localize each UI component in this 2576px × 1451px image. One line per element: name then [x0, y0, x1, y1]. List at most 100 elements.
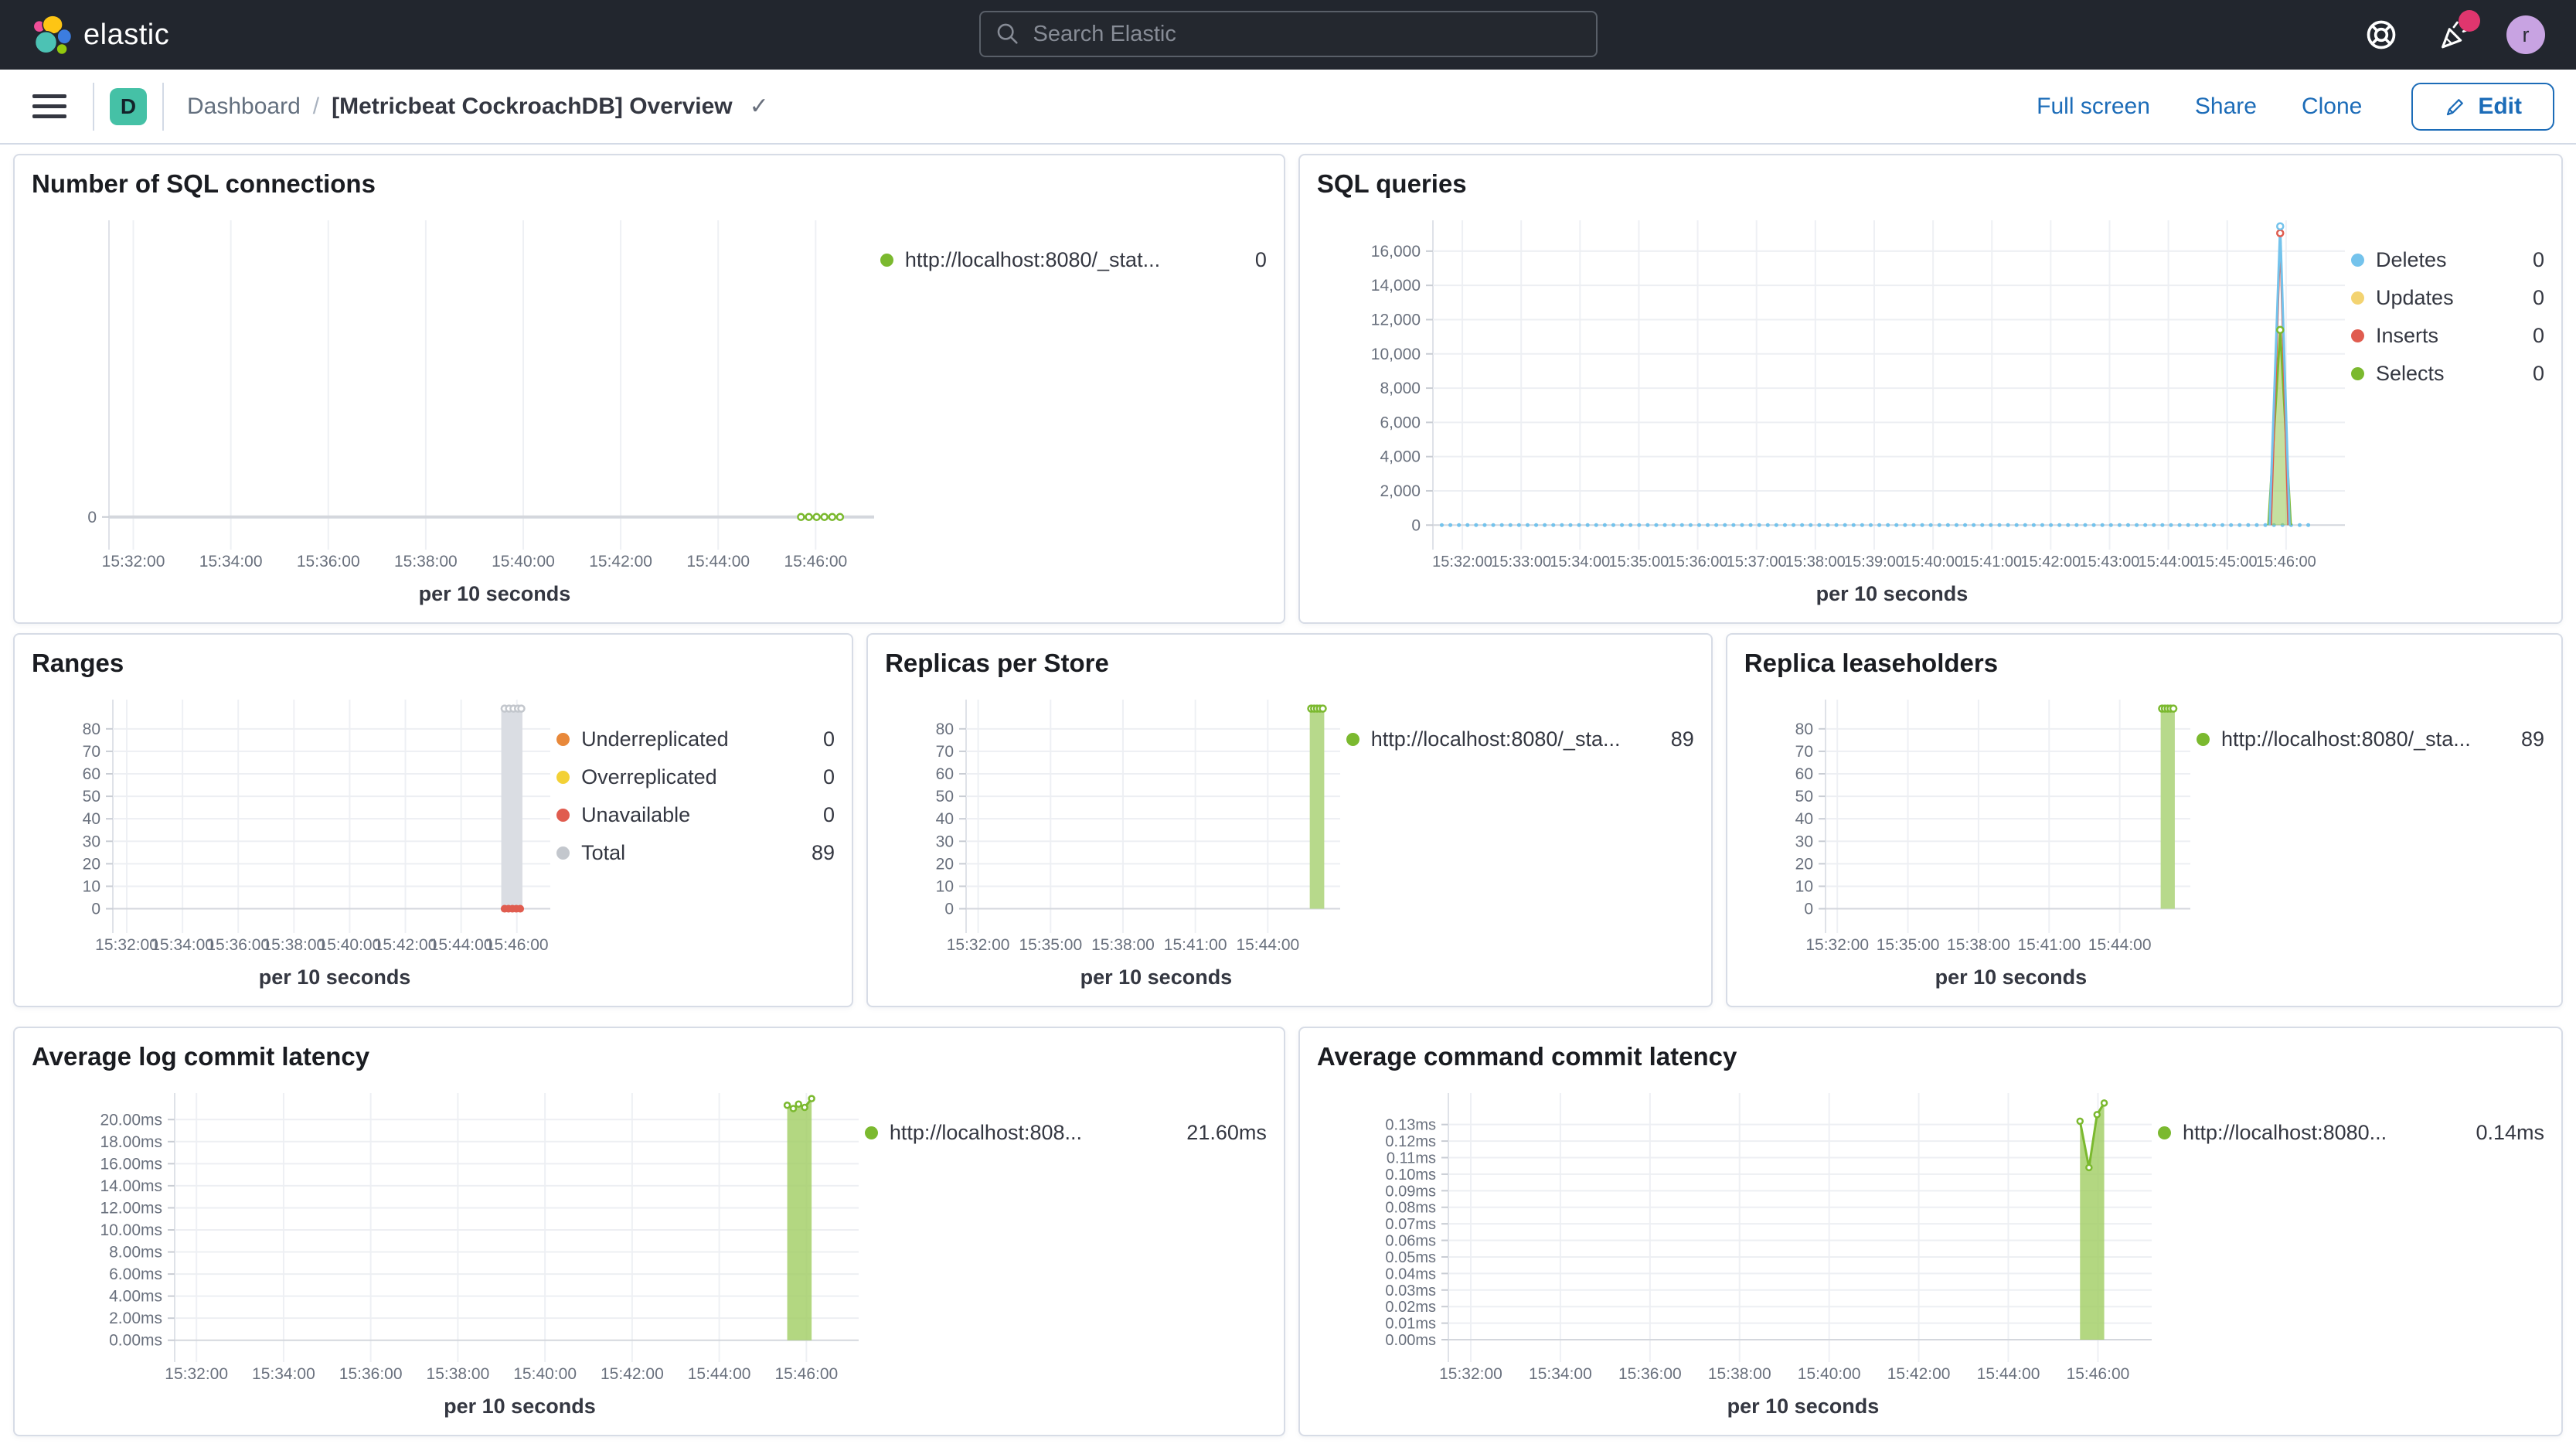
svg-text:0.04ms: 0.04ms — [1385, 1265, 1436, 1282]
svg-text:80: 80 — [83, 720, 100, 738]
legend-value: 0 — [2532, 286, 2544, 309]
legend-label: http://localhost:8080... — [2183, 1121, 2387, 1144]
legend-value: 0 — [823, 765, 835, 789]
svg-text:15:42:00: 15:42:00 — [601, 1365, 664, 1383]
svg-text:70: 70 — [1795, 743, 1812, 761]
chart-panel-avg-command-commit-latency: Average command commit latency 15:32:00 1… — [1298, 1027, 2563, 1436]
saved-check-icon[interactable]: ✓ — [750, 93, 769, 120]
legend-item[interactable]: Overreplicated 0 — [556, 765, 835, 789]
svg-text:15:40:00: 15:40:00 — [492, 553, 555, 571]
panel-title[interactable]: Number of SQL connections — [32, 169, 1267, 213]
panel-title[interactable]: SQL queries — [1317, 169, 2544, 213]
svg-text:15:40:00: 15:40:00 — [318, 936, 382, 954]
legend-item[interactable]: http://localhost:8080/_sta... 89 — [2197, 727, 2544, 751]
edit-button[interactable]: Edit — [2411, 82, 2554, 131]
chart-area: 15:32:00 15:33:00 15:34:00 15:35:00 15:36:00… — [1317, 213, 2544, 582]
legend-item[interactable]: Deletes 0 — [2351, 248, 2544, 272]
news-icon[interactable] — [2434, 10, 2480, 55]
clone-button[interactable]: Clone — [2302, 94, 2362, 120]
svg-text:15:44:00: 15:44:00 — [2088, 936, 2152, 954]
toolbar: D Dashboard / [Metricbeat CockroachDB] O… — [0, 70, 2576, 145]
chart-plot[interactable]: 15:32:00 15:33:00 15:34:00 15:35:00 15:36:00… — [1317, 213, 2351, 582]
svg-text:16.00ms: 16.00ms — [100, 1155, 162, 1173]
svg-text:0.01ms: 0.01ms — [1385, 1316, 1436, 1333]
search-input[interactable] — [1031, 20, 1582, 48]
chart-plot[interactable]: 15:32:00 15:35:00 15:38:00 15:41:00 15:44:00… — [885, 692, 1346, 966]
svg-text:15:38:00: 15:38:00 — [394, 553, 458, 571]
svg-text:20: 20 — [936, 855, 954, 873]
avatar-initial: r — [2522, 22, 2530, 46]
svg-text:15:38:00: 15:38:00 — [1091, 936, 1155, 954]
legend-item[interactable]: Unavailable 0 — [556, 803, 835, 827]
chart-area: 15:32:00 15:35:00 15:38:00 15:41:00 15:44:00… — [885, 692, 1694, 966]
dashboard-app-badge[interactable]: D — [110, 87, 147, 125]
svg-text:50: 50 — [83, 788, 100, 806]
svg-text:15:33:00: 15:33:00 — [1491, 553, 1551, 571]
search-icon — [997, 23, 1018, 44]
svg-text:0: 0 — [1804, 901, 1813, 918]
legend-item[interactable]: http://localhost:8080/_stat... 0 — [880, 248, 1267, 272]
page-title[interactable]: [Metricbeat CockroachDB] Overview — [332, 94, 733, 120]
user-avatar[interactable]: r — [2506, 15, 2545, 54]
elastic-logo[interactable]: elastic — [31, 15, 169, 55]
svg-text:70: 70 — [936, 743, 954, 761]
chart-panel-replica-leaseholders: Replica leaseholders 15:32:00 15:35:00 15:… — [1725, 633, 2563, 1007]
legend-item[interactable]: http://localhost:8080/_sta... 89 — [1346, 727, 1694, 751]
legend-item[interactable]: Total 89 — [556, 841, 835, 865]
legend-label: Overreplicated — [581, 765, 717, 789]
svg-text:15:34:00: 15:34:00 — [151, 936, 214, 954]
legend-label: http://localhost:808... — [889, 1121, 1083, 1144]
legend-item[interactable]: http://localhost:8080... 0.14ms — [2158, 1121, 2544, 1145]
legend-item[interactable]: Inserts 0 — [2351, 324, 2544, 348]
svg-text:15:44:00: 15:44:00 — [2139, 553, 2199, 571]
svg-text:15:42:00: 15:42:00 — [1887, 1365, 1951, 1383]
legend: http://localhost:8080... 0.14ms — [2158, 1085, 2544, 1395]
full-screen-button[interactable]: Full screen — [2037, 94, 2150, 120]
menu-icon[interactable] — [32, 90, 66, 124]
series-dot-icon — [1346, 733, 1359, 746]
panel-title[interactable]: Average command commit latency — [1317, 1042, 2544, 1085]
chart-plot[interactable]: 15:32:00 15:34:00 15:36:00 15:38:00 15:40:00… — [1317, 1085, 2158, 1395]
svg-text:20: 20 — [1795, 855, 1812, 873]
legend-item[interactable]: Underreplicated 0 — [556, 727, 835, 751]
dashboard-content: Number of SQL connections 15:32:00 15:34:… — [0, 145, 2576, 1436]
panel-title[interactable]: Replicas per Store — [885, 649, 1694, 692]
svg-text:0.06ms: 0.06ms — [1385, 1233, 1436, 1250]
chart-plot[interactable]: 15:32:00 15:34:00 15:36:00 15:38:00 15:40:00… — [32, 692, 556, 966]
legend: Underreplicated 0 Overreplicated 0 Unavailab… — [556, 692, 835, 966]
chart-area: 15:32:00 15:34:00 15:36:00 15:38:00 15:40:00… — [32, 213, 1267, 582]
panel-title[interactable]: Ranges — [32, 649, 835, 692]
svg-text:15:35:00: 15:35:00 — [1019, 936, 1082, 954]
help-icon[interactable] — [2361, 15, 2401, 55]
series-dot-icon — [556, 809, 570, 822]
chart-plot[interactable]: 15:32:00 15:35:00 15:38:00 15:41:00 15:44:00… — [1744, 692, 2197, 966]
svg-text:0.02ms: 0.02ms — [1385, 1299, 1436, 1316]
legend-item[interactable]: Selects 0 — [2351, 362, 2544, 386]
share-button[interactable]: Share — [2195, 94, 2257, 120]
svg-text:4.00ms: 4.00ms — [109, 1288, 162, 1306]
chart-plot[interactable]: 15:32:00 15:34:00 15:36:00 15:38:00 15:40:00… — [32, 1085, 865, 1395]
svg-text:15:36:00: 15:36:00 — [206, 936, 270, 954]
svg-text:0.11ms: 0.11ms — [1387, 1150, 1436, 1167]
legend-item[interactable]: http://localhost:808... 21.60ms — [864, 1121, 1267, 1145]
global-search[interactable] — [978, 11, 1598, 57]
breadcrumb: Dashboard / [Metricbeat CockroachDB] Ove… — [187, 93, 769, 120]
panel-title[interactable]: Average log commit latency — [32, 1042, 1267, 1085]
legend-item[interactable]: Updates 0 — [2351, 286, 2544, 310]
chart-area: 15:32:00 15:34:00 15:36:00 15:38:00 15:40:00… — [32, 1085, 1267, 1395]
svg-text:10.00ms: 10.00ms — [100, 1221, 162, 1239]
chart-plot[interactable]: 15:32:00 15:34:00 15:36:00 15:38:00 15:40:00… — [32, 213, 880, 582]
svg-text:60: 60 — [1795, 765, 1812, 783]
svg-text:2,000: 2,000 — [1380, 482, 1421, 500]
series-dot-icon — [864, 1126, 878, 1139]
legend-value: 0.14ms — [2476, 1121, 2544, 1144]
svg-text:70: 70 — [83, 743, 100, 761]
svg-text:15:40:00: 15:40:00 — [513, 1365, 577, 1383]
svg-text:15:41:00: 15:41:00 — [1962, 553, 2022, 571]
panel-title[interactable]: Replica leaseholders — [1744, 649, 2544, 692]
chart-area: 15:32:00 15:34:00 15:36:00 15:38:00 15:40:00… — [1317, 1085, 2544, 1395]
svg-text:15:46:00: 15:46:00 — [2256, 553, 2316, 571]
svg-text:0.00ms: 0.00ms — [1385, 1332, 1436, 1349]
legend-label: Updates — [2376, 286, 2454, 309]
breadcrumb-dashboard[interactable]: Dashboard — [187, 94, 301, 120]
